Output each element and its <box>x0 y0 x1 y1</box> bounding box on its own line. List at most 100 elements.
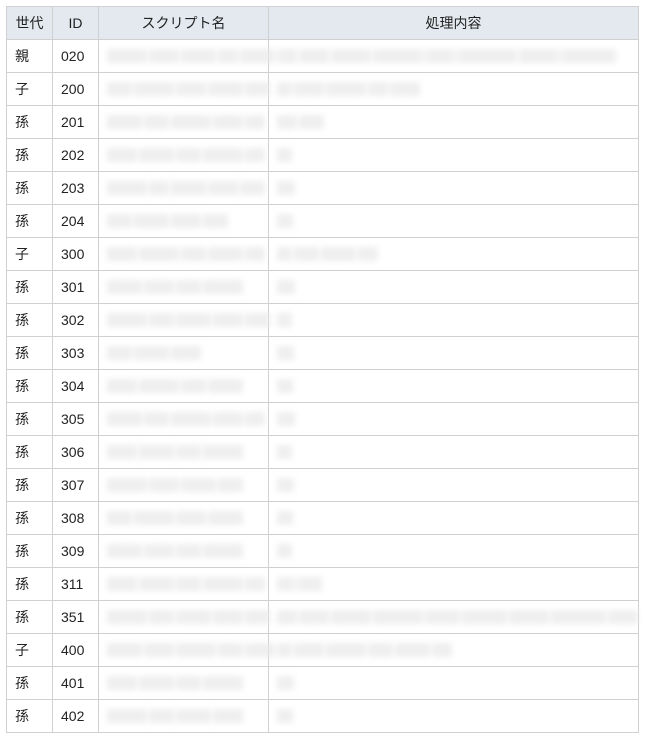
cell-generation: 孫 <box>7 601 53 634</box>
cell-process <box>269 106 639 139</box>
cell-generation: 孫 <box>7 106 53 139</box>
cell-generation: 孫 <box>7 436 53 469</box>
cell-id: 311 <box>53 568 99 601</box>
cell-process <box>269 667 639 700</box>
header-script-name: スクリプト名 <box>99 7 269 40</box>
table-row: 孫301 <box>7 271 639 304</box>
header-process: 処理内容 <box>269 7 639 40</box>
cell-id: 308 <box>53 502 99 535</box>
cell-id: 202 <box>53 139 99 172</box>
cell-id: 303 <box>53 337 99 370</box>
cell-script-name <box>99 271 269 304</box>
cell-script-name <box>99 436 269 469</box>
table-row: 孫306 <box>7 436 639 469</box>
table-row: 孫308 <box>7 502 639 535</box>
cell-generation: 孫 <box>7 502 53 535</box>
cell-process <box>269 700 639 733</box>
cell-id: 305 <box>53 403 99 436</box>
cell-generation: 孫 <box>7 304 53 337</box>
script-table: 世代 ID スクリプト名 処理内容 親020子200孫201孫202孫203孫2… <box>6 6 639 733</box>
table-row: 孫307 <box>7 469 639 502</box>
cell-process <box>269 568 639 601</box>
cell-id: 306 <box>53 436 99 469</box>
header-id: ID <box>53 7 99 40</box>
table-row: 孫202 <box>7 139 639 172</box>
table-row: 孫311 <box>7 568 639 601</box>
table-row: 孫402 <box>7 700 639 733</box>
table-row: 孫305 <box>7 403 639 436</box>
cell-generation: 孫 <box>7 535 53 568</box>
header-generation: 世代 <box>7 7 53 40</box>
cell-script-name <box>99 238 269 271</box>
cell-generation: 親 <box>7 40 53 73</box>
table-row: 親020 <box>7 40 639 73</box>
table-row: 孫351 <box>7 601 639 634</box>
cell-generation: 孫 <box>7 205 53 238</box>
table-row: 孫201 <box>7 106 639 139</box>
cell-process <box>269 502 639 535</box>
cell-script-name <box>99 568 269 601</box>
cell-script-name <box>99 106 269 139</box>
cell-script-name <box>99 370 269 403</box>
cell-id: 203 <box>53 172 99 205</box>
cell-script-name <box>99 205 269 238</box>
cell-generation: 孫 <box>7 139 53 172</box>
cell-generation: 孫 <box>7 337 53 370</box>
table-row: 孫303 <box>7 337 639 370</box>
cell-generation: 孫 <box>7 403 53 436</box>
cell-generation: 孫 <box>7 370 53 403</box>
cell-script-name <box>99 73 269 106</box>
cell-process <box>269 172 639 205</box>
cell-process <box>269 634 639 667</box>
cell-process <box>269 271 639 304</box>
cell-script-name <box>99 634 269 667</box>
cell-script-name <box>99 403 269 436</box>
cell-script-name <box>99 469 269 502</box>
cell-process <box>269 337 639 370</box>
table-row: 孫302 <box>7 304 639 337</box>
cell-script-name <box>99 667 269 700</box>
cell-process <box>269 370 639 403</box>
table-row: 子400 <box>7 634 639 667</box>
cell-script-name <box>99 304 269 337</box>
cell-generation: 孫 <box>7 469 53 502</box>
cell-id: 200 <box>53 73 99 106</box>
cell-id: 307 <box>53 469 99 502</box>
cell-process <box>269 40 639 73</box>
cell-script-name <box>99 139 269 172</box>
cell-script-name <box>99 172 269 205</box>
cell-generation: 子 <box>7 73 53 106</box>
header-row: 世代 ID スクリプト名 処理内容 <box>7 7 639 40</box>
cell-id: 402 <box>53 700 99 733</box>
table-row: 孫304 <box>7 370 639 403</box>
cell-process <box>269 139 639 172</box>
cell-process <box>269 73 639 106</box>
cell-process <box>269 205 639 238</box>
cell-process <box>269 535 639 568</box>
cell-script-name <box>99 502 269 535</box>
table-row: 孫401 <box>7 667 639 700</box>
cell-id: 301 <box>53 271 99 304</box>
cell-id: 351 <box>53 601 99 634</box>
table-row: 孫309 <box>7 535 639 568</box>
cell-process <box>269 403 639 436</box>
cell-generation: 孫 <box>7 700 53 733</box>
cell-process <box>269 238 639 271</box>
cell-script-name <box>99 40 269 73</box>
cell-script-name <box>99 700 269 733</box>
table-row: 孫203 <box>7 172 639 205</box>
cell-generation: 子 <box>7 238 53 271</box>
cell-script-name <box>99 337 269 370</box>
cell-generation: 孫 <box>7 271 53 304</box>
cell-generation: 孫 <box>7 172 53 205</box>
cell-id: 400 <box>53 634 99 667</box>
cell-process <box>269 304 639 337</box>
cell-id: 300 <box>53 238 99 271</box>
cell-generation: 孫 <box>7 568 53 601</box>
table-row: 子300 <box>7 238 639 271</box>
cell-id: 020 <box>53 40 99 73</box>
cell-generation: 子 <box>7 634 53 667</box>
cell-id: 201 <box>53 106 99 139</box>
cell-id: 309 <box>53 535 99 568</box>
cell-script-name <box>99 601 269 634</box>
